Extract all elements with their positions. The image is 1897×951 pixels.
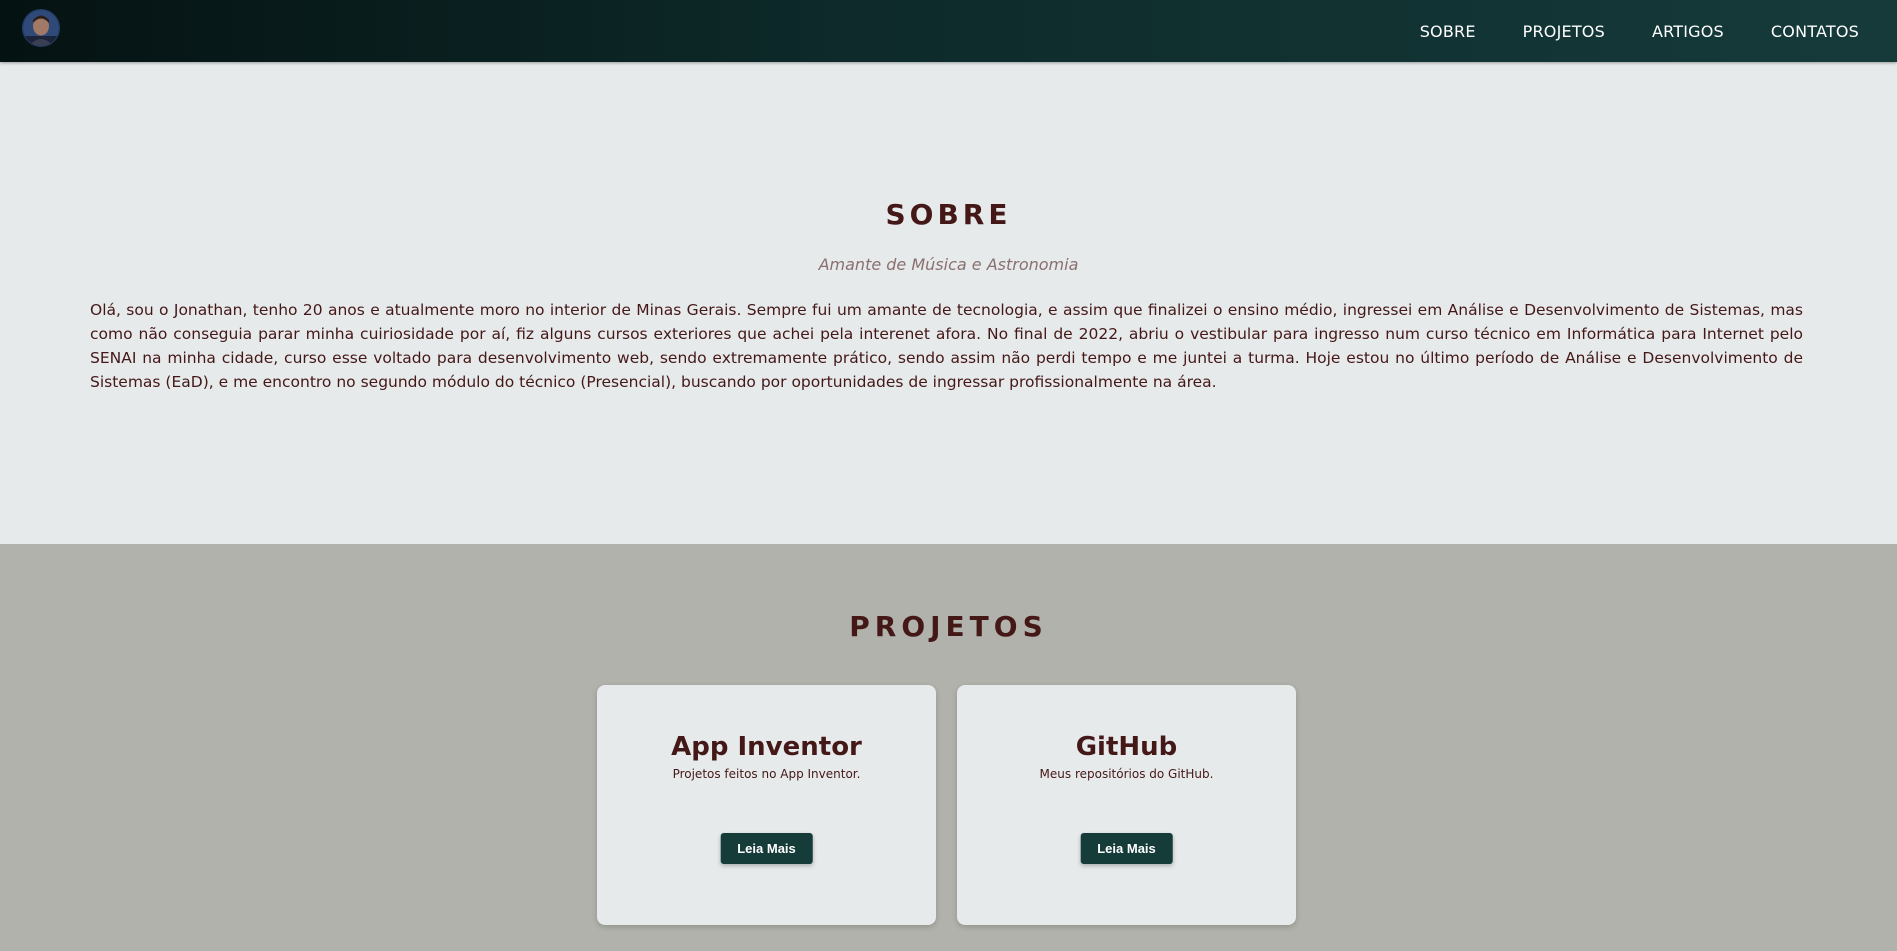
projects-section: PROJETOS App Inventor Projetos feitos no… <box>0 544 1897 951</box>
avatar[interactable] <box>22 9 60 47</box>
avatar-photo-icon <box>23 10 59 46</box>
read-more-button[interactable]: Leia Mais <box>720 833 813 864</box>
about-subtitle: Amante de Música e Astronomia <box>818 255 1079 274</box>
nav-link-artigos[interactable]: ARTIGOS <box>1652 22 1724 41</box>
top-navbar: SOBRE PROJETOS ARTIGOS CONTATOS <box>0 0 1897 62</box>
about-paragraph: Olá, sou o Jonathan, tenho 20 anos e atu… <box>90 301 1803 391</box>
projects-title: PROJETOS <box>849 610 1048 643</box>
nav-link-sobre[interactable]: SOBRE <box>1420 22 1476 41</box>
nav-link-projetos[interactable]: PROJETOS <box>1523 22 1605 41</box>
nav-link-contatos[interactable]: CONTATOS <box>1771 22 1859 41</box>
about-title: SOBRE <box>885 198 1012 231</box>
project-card-github: GitHub Meus repositórios do GitHub. Leia… <box>957 685 1296 925</box>
project-card-description: Meus repositórios do GitHub. <box>1039 767 1214 781</box>
read-more-button[interactable]: Leia Mais <box>1080 833 1173 864</box>
project-card-title: GitHub <box>1075 732 1178 762</box>
main-nav: SOBRE PROJETOS ARTIGOS CONTATOS <box>1373 0 1859 62</box>
project-card-description: Projetos feitos no App Inventor. <box>672 767 861 781</box>
project-card-app-inventor: App Inventor Projetos feitos no App Inve… <box>597 685 936 925</box>
project-card-title: App Inventor <box>671 732 862 762</box>
about-section: SOBRE Amante de Música e Astronomia Olá,… <box>0 62 1897 544</box>
